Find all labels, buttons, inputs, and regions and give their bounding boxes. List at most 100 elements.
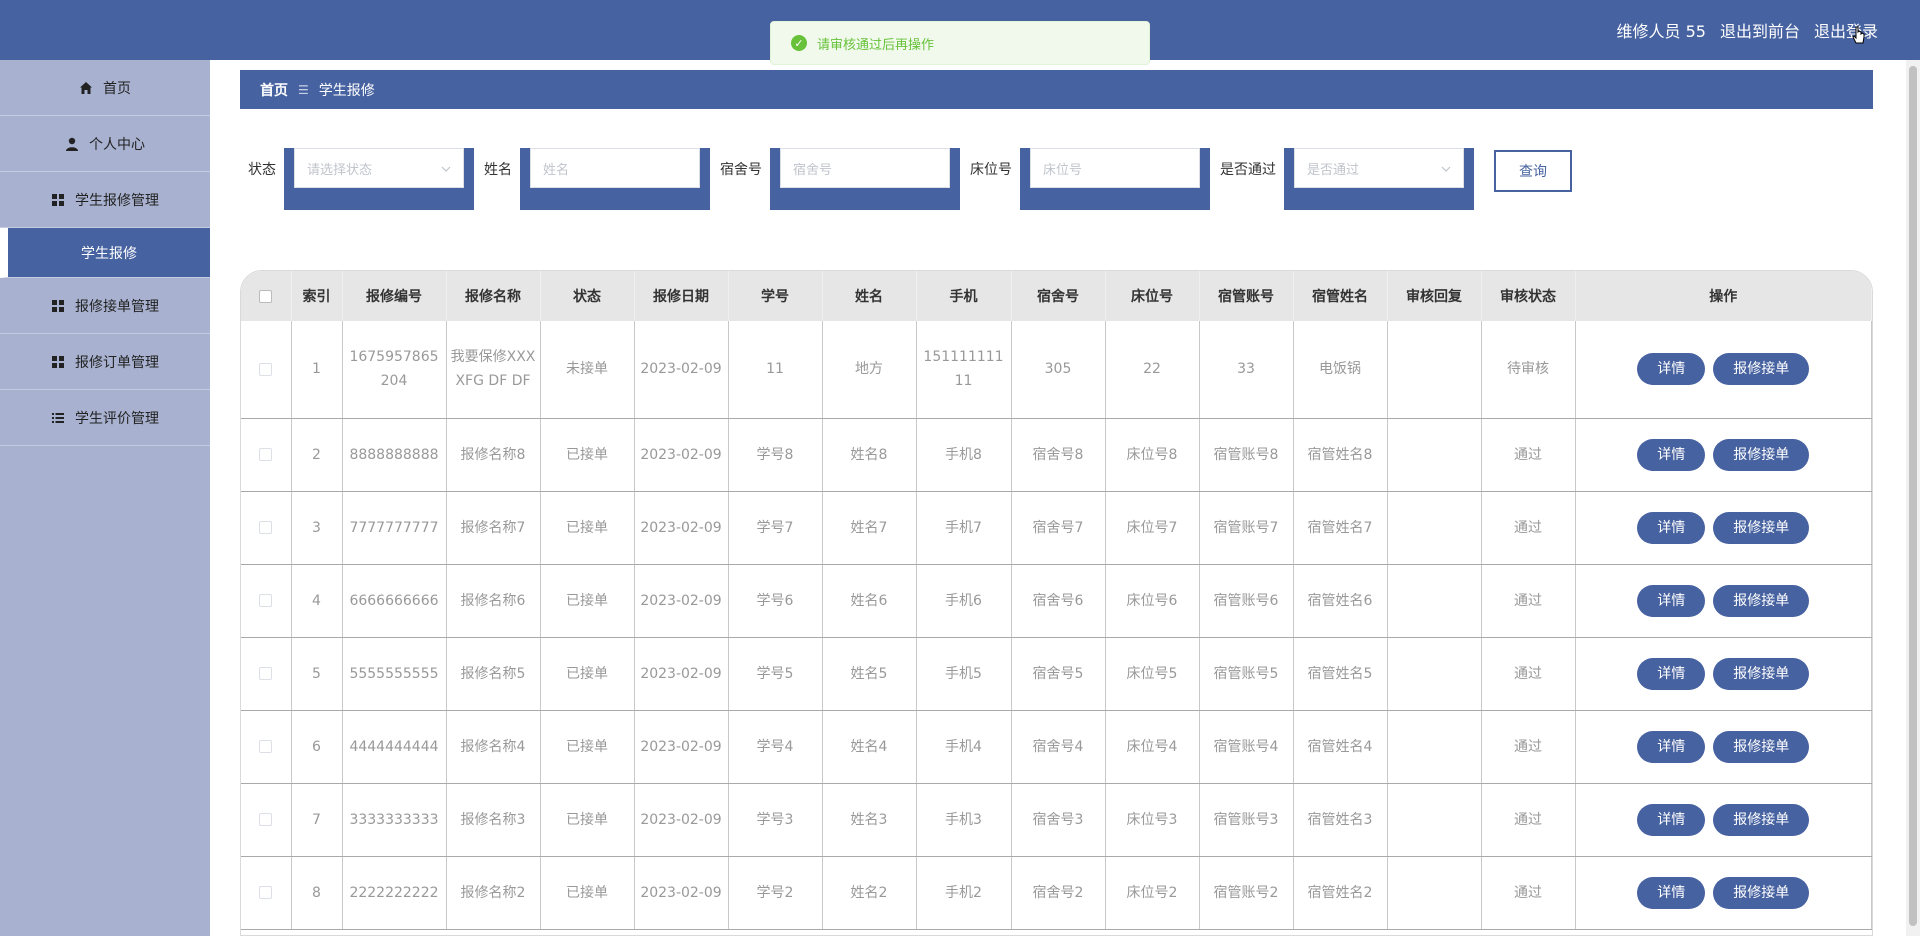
toast-message: 请审核通过后再操作: [817, 37, 935, 53]
row-actions: 详情 报修接单: [1575, 783, 1872, 857]
table-cell: 宿管姓名6: [1293, 564, 1388, 638]
pass-select[interactable]: 是否通过: [1294, 148, 1464, 188]
table-cell: 通过: [1481, 856, 1576, 930]
row-checkbox[interactable]: [259, 448, 273, 461]
table-cell: 姓名4: [822, 710, 917, 784]
accept-order-button[interactable]: 报修接单: [1713, 511, 1810, 544]
chevron-down-icon: [441, 161, 451, 176]
row-select-cell: [241, 710, 292, 784]
row-checkbox[interactable]: [259, 740, 273, 753]
row-actions: 详情 报修接单: [1575, 856, 1872, 930]
table-cell: 2222222222: [342, 856, 447, 930]
bed-label: 床位号: [970, 162, 1012, 178]
table-cell: 姓名3: [822, 783, 917, 857]
row-checkbox[interactable]: [259, 521, 273, 534]
accept-order-button[interactable]: 报修接单: [1713, 730, 1810, 763]
table-row: 1 1675957865204 我要保修XXXXFG DF DF 未接单 2023-02…: [241, 321, 1872, 419]
home-icon: [79, 81, 93, 95]
accept-order-button[interactable]: 报修接单: [1713, 876, 1810, 909]
row-actions: 详情 报修接单: [1575, 491, 1872, 565]
sidebar-item-repair-orders[interactable]: 报修订单管理: [0, 334, 210, 390]
logout-link[interactable]: 退出登录: [1814, 18, 1878, 42]
column-header: 审核回复: [1387, 271, 1482, 321]
accept-order-button[interactable]: 报修接单: [1713, 438, 1810, 471]
table-cell: 学号6: [728, 564, 823, 638]
table-cell: 11: [728, 321, 823, 419]
detail-button[interactable]: 详情: [1637, 803, 1706, 836]
table-cell: 15111111111: [916, 321, 1012, 419]
back-to-front-link[interactable]: 退出到前台: [1720, 18, 1800, 42]
row-checkbox[interactable]: [259, 667, 273, 680]
detail-button[interactable]: 详情: [1637, 584, 1706, 617]
detail-button[interactable]: 详情: [1637, 657, 1706, 690]
table-cell: 宿舍号4: [1011, 710, 1106, 784]
page-scrollbar[interactable]: [1906, 60, 1920, 936]
status-label: 状态: [248, 162, 276, 178]
bed-input-wrap: 床位号: [1020, 148, 1210, 210]
column-header: 宿舍号: [1011, 271, 1106, 321]
select-all-checkbox[interactable]: [259, 289, 273, 303]
dorm-label: 宿舍号: [720, 162, 762, 178]
table-cell: 22: [1105, 321, 1200, 419]
sidebar-item-student-repair[interactable]: 学生报修: [0, 228, 210, 278]
name-input[interactable]: 姓名: [530, 148, 700, 188]
table-cell: 地方: [822, 321, 917, 419]
row-checkbox[interactable]: [259, 886, 273, 899]
table-cell: [1387, 321, 1482, 419]
row-checkbox[interactable]: [259, 362, 273, 376]
scrollbar-thumb[interactable]: [1909, 66, 1917, 926]
table-cell: 学号4: [728, 710, 823, 784]
table-cell: 床位号7: [1105, 491, 1200, 565]
row-checkbox[interactable]: [259, 594, 273, 607]
row-checkbox[interactable]: [259, 813, 273, 826]
detail-button[interactable]: 详情: [1637, 730, 1706, 763]
detail-button[interactable]: 详情: [1637, 876, 1706, 909]
accept-order-button[interactable]: 报修接单: [1713, 803, 1810, 836]
bed-input[interactable]: 床位号: [1030, 148, 1200, 188]
detail-button[interactable]: 详情: [1637, 353, 1706, 386]
table-cell: 床位号4: [1105, 710, 1200, 784]
table-cell: 2023-02-09: [634, 491, 729, 565]
sidebar-item-repair-management[interactable]: 学生报修管理: [0, 172, 210, 228]
detail-button[interactable]: 详情: [1637, 511, 1706, 544]
table-cell: 宿管姓名8: [1293, 418, 1388, 492]
table-cell: 已接单: [540, 856, 635, 930]
sidebar-item-label: 首页: [103, 80, 131, 97]
dorm-input[interactable]: 宿舍号: [780, 148, 950, 188]
table-cell: 2023-02-09: [634, 321, 729, 419]
accept-order-button[interactable]: 报修接单: [1713, 353, 1810, 386]
table-cell: 已接单: [540, 637, 635, 711]
accept-order-button[interactable]: 报修接单: [1713, 584, 1810, 617]
breadcrumb-home[interactable]: 首页: [260, 80, 288, 100]
sidebar: 首页 个人中心 学生报修管理 学生报修 报修接单管理 报修订单管理 学生评价管理: [0, 60, 210, 936]
status-select[interactable]: 请选择状态: [294, 148, 464, 188]
sidebar-item-label: 学生报修管理: [75, 192, 159, 209]
status-placeholder: 请选择状态: [307, 162, 373, 178]
status-select-wrap: 请选择状态: [284, 148, 474, 210]
sidebar-item-home[interactable]: 首页: [0, 60, 210, 116]
sidebar-item-evaluation[interactable]: 学生评价管理: [0, 390, 210, 446]
table-cell: [1387, 637, 1482, 711]
table-cell: 宿管姓名7: [1293, 491, 1388, 565]
table-cell: 7777777777: [342, 491, 447, 565]
row-actions: 详情 报修接单: [1575, 321, 1872, 419]
table-cell: 1: [291, 321, 343, 419]
table-cell: 宿舍号5: [1011, 637, 1106, 711]
accept-order-button[interactable]: 报修接单: [1713, 657, 1810, 690]
query-button[interactable]: 查询: [1494, 150, 1572, 192]
table-cell: 已接单: [540, 418, 635, 492]
table-cell: 已接单: [540, 783, 635, 857]
table-cell: 床位号2: [1105, 856, 1200, 930]
table-row: 5 5555555555 报修名称5 已接单 2023-02-09 学号5 姓名5 手机5 宿舍…: [241, 637, 1872, 711]
sidebar-item-profile[interactable]: 个人中心: [0, 116, 210, 172]
row-actions: 详情 报修接单: [1575, 710, 1872, 784]
table-row: 2 8888888888 报修名称8 已接单 2023-02-09 学号8 姓名8 手机8 宿舍…: [241, 418, 1872, 492]
table-cell: 宿管账号8: [1199, 418, 1294, 492]
sidebar-item-order-accept[interactable]: 报修接单管理: [0, 278, 210, 334]
detail-button[interactable]: 详情: [1637, 438, 1706, 471]
breadcrumb-current: 学生报修: [318, 82, 375, 99]
table-row: 3 7777777777 报修名称7 已接单 2023-02-09 学号7 姓名7 手机7 宿舍…: [241, 491, 1872, 565]
row-actions: 详情 报修接单: [1575, 637, 1872, 711]
name-placeholder: 姓名: [543, 162, 570, 178]
sidebar-item-label: 学生报修: [81, 245, 137, 262]
